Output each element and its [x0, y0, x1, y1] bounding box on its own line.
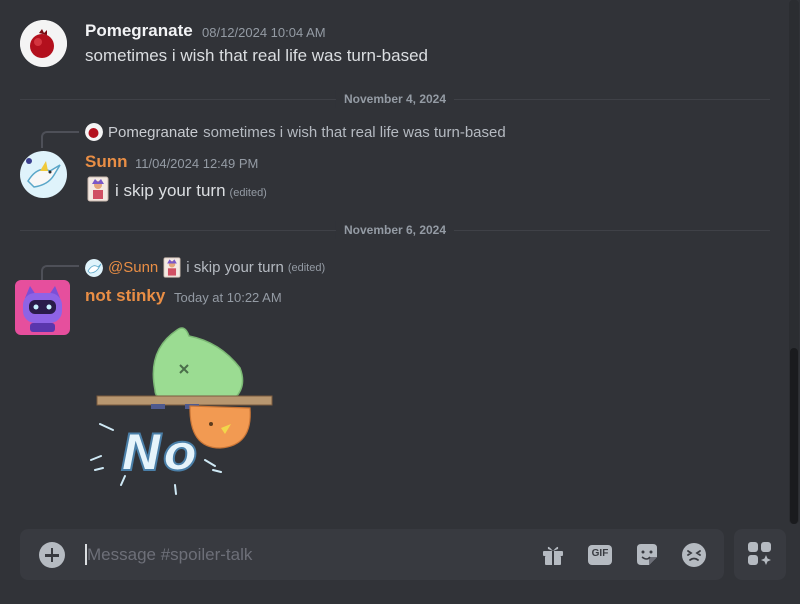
date-divider-label: November 6, 2024 [335, 221, 455, 239]
avatar-sunn-mini [85, 258, 103, 277]
date-divider-label: November 4, 2024 [335, 90, 455, 108]
gif-label: GIF [591, 548, 609, 559]
date-divider: November 6, 2024 [20, 221, 770, 241]
reply-preview[interactable]: Pomegranate sometimes i wish that real l… [85, 123, 506, 141]
edited-tag: (edited) [287, 261, 326, 274]
gift-icon[interactable] [540, 542, 566, 568]
message-timestamp: Today at 10:22 AM [174, 290, 282, 305]
date-divider: November 4, 2024 [20, 90, 770, 110]
message-text: i skip your turn [115, 181, 226, 200]
reply-author: @Sunn [108, 259, 159, 276]
message-composer: GIF [20, 529, 724, 580]
author-name[interactable]: not stinky [85, 286, 165, 306]
reply-connector [41, 131, 79, 148]
apps-icon [748, 542, 771, 565]
reply-text: i skip your turn [186, 259, 284, 276]
sunn-avatar-icon [20, 151, 67, 198]
emoji-icon[interactable] [681, 542, 707, 568]
apps-button[interactable] [734, 529, 786, 580]
avatar-pomegranate-mini [85, 123, 103, 141]
scrollbar-thumb[interactable] [790, 348, 798, 524]
jester-emoji-icon [87, 176, 109, 202]
add-attachment-button[interactable] [39, 542, 65, 568]
reply-preview[interactable]: @Sunn i skip your turn (edited) [85, 257, 325, 278]
message-body: i skip your turn (edited) [87, 176, 267, 202]
sticker[interactable]: No [85, 320, 280, 500]
chat-view: Pomegranate 08/12/2024 10:04 AM sometime… [0, 0, 800, 604]
message-input[interactable] [84, 541, 524, 568]
text-caret [85, 544, 87, 565]
robot-cat-avatar-icon [15, 280, 70, 335]
avatar-sunn[interactable] [20, 151, 67, 198]
reply-text: sometimes i wish that real life was turn… [203, 123, 506, 141]
pomegranate-icon [20, 20, 67, 67]
edited-tag: (edited) [229, 187, 267, 199]
author-name[interactable]: Pomegranate [85, 21, 193, 41]
reply-author: Pomegranate [108, 123, 199, 141]
gif-button[interactable]: GIF [587, 542, 613, 568]
avatar-pomegranate[interactable] [20, 20, 67, 67]
sticker-icon[interactable] [634, 542, 660, 568]
no-sticker-image: No [90, 327, 273, 495]
avatar-not-stinky[interactable] [15, 280, 70, 335]
author-name[interactable]: Sunn [85, 152, 128, 172]
message-timestamp: 08/12/2024 10:04 AM [202, 25, 326, 40]
message-text: sometimes i wish that real life was turn… [85, 46, 428, 65]
jester-emoji-icon [163, 257, 181, 278]
sticker-text: No [121, 424, 197, 482]
message-timestamp: 11/04/2024 12:49 PM [135, 156, 259, 171]
